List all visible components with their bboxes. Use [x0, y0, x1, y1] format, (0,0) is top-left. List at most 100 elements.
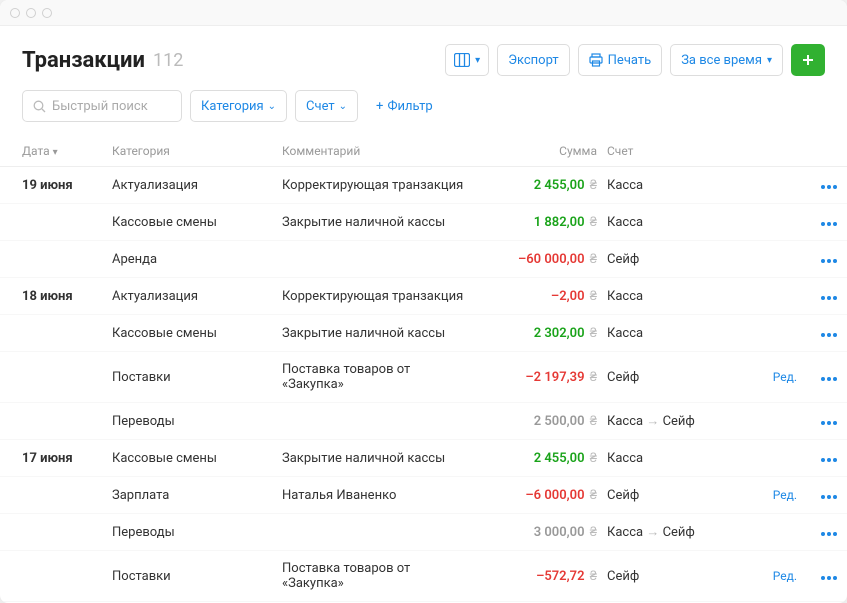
col-sum[interactable]: Сумма	[472, 144, 607, 158]
more-icon[interactable]	[821, 222, 837, 226]
more-icon[interactable]	[821, 458, 837, 462]
cell-comment: Поставка товаров от «Закупка»	[282, 362, 472, 392]
columns-button[interactable]: ▾	[445, 44, 489, 76]
cell-category: Актуализация	[112, 178, 282, 193]
table-row[interactable]: ЗарплатаНаталья Иваненко–6 000,00 ₴СейфР…	[0, 477, 847, 514]
cell-date: 17 июня	[22, 451, 112, 466]
export-button[interactable]: Экспорт	[497, 44, 569, 76]
cell-category: Переводы	[112, 414, 282, 429]
chevron-down-icon: ⌄	[268, 101, 276, 112]
cell-account: Касса → Сейф	[607, 413, 747, 429]
row-actions	[797, 525, 837, 540]
table-row[interactable]: Переводы 3 000,00 ₴Касса → Сейф	[0, 514, 847, 551]
page-count: 112	[153, 50, 183, 71]
add-filter-label: Фильтр	[387, 99, 432, 114]
cell-account: Сейф	[607, 370, 747, 385]
cell-category: Кассовые смены	[112, 215, 282, 230]
cell-account: Касса	[607, 215, 747, 230]
account-filter-button[interactable]: Счет ⌄	[295, 90, 358, 122]
row-actions	[797, 215, 837, 230]
table-row[interactable]: 17 июняКассовые сменыЗакрытие наличной к…	[0, 440, 847, 477]
columns-icon	[454, 53, 470, 67]
header-toolbar: ▾ Экспорт Печать За все время ▾	[445, 44, 825, 76]
table-row[interactable]: Аренда –60 000,00 ₴Сейф	[0, 241, 847, 278]
cell-comment: Поставка товаров от «Закупка»	[282, 561, 472, 591]
search-placeholder: Быстрый поиск	[52, 99, 148, 114]
more-icon[interactable]	[821, 185, 837, 189]
cell-category: Актуализация	[112, 289, 282, 304]
table-header: Дата ▾ Категория Комментарий Сумма Счет	[0, 136, 847, 167]
chevron-down-icon: ▾	[767, 55, 772, 66]
cell-sum: –60 000,00 ₴	[472, 251, 607, 267]
page-title: Транзакции	[22, 48, 145, 73]
more-icon[interactable]	[821, 377, 837, 381]
cell-sum: 2 455,00 ₴	[472, 177, 607, 193]
more-icon[interactable]	[821, 532, 837, 536]
category-filter-button[interactable]: Категория ⌄	[190, 90, 287, 122]
cell-category: Поставки	[112, 569, 282, 584]
chevron-down-icon: ⌄	[339, 101, 347, 112]
cell-category: Поставки	[112, 370, 282, 385]
cell-sum: 2 302,00 ₴	[472, 325, 607, 341]
cell-comment: Закрытие наличной кассы	[282, 451, 472, 466]
col-comment[interactable]: Комментарий	[282, 144, 472, 158]
table-row[interactable]: Кассовые сменыЗакрытие наличной кассы1 8…	[0, 204, 847, 241]
table-row[interactable]: ПоставкиПоставка товаров от «Закупка»–57…	[0, 551, 847, 602]
more-icon[interactable]	[821, 495, 837, 499]
cell-category: Переводы	[112, 525, 282, 540]
window-close-dot[interactable]	[10, 8, 20, 18]
cell-sum: 3 000,00 ₴	[472, 524, 607, 540]
cell-sum: 2 455,00 ₴	[472, 450, 607, 466]
more-icon[interactable]	[821, 421, 837, 425]
plus-icon	[801, 53, 815, 67]
cell-category: Зарплата	[112, 488, 282, 503]
row-actions	[797, 252, 837, 267]
cell-date: 18 июня	[22, 289, 112, 304]
cell-sum: 2 500,00 ₴	[472, 413, 607, 429]
add-filter-link[interactable]: + Фильтр	[376, 99, 433, 114]
edit-link[interactable]: Ред.	[747, 370, 797, 384]
add-button[interactable]	[791, 44, 825, 76]
filter-bar: Быстрый поиск Категория ⌄ Счет ⌄ + Фильт…	[0, 90, 847, 136]
row-actions	[797, 488, 837, 503]
table-row[interactable]: Кассовые сменыЗакрытие наличной кассы2 3…	[0, 315, 847, 352]
more-icon[interactable]	[821, 259, 837, 263]
table-row[interactable]: Переводы 2 500,00 ₴Касса → Сейф	[0, 403, 847, 440]
cell-date: 19 июня	[22, 178, 112, 193]
row-actions	[797, 370, 837, 385]
print-button[interactable]: Печать	[578, 44, 663, 76]
col-category[interactable]: Категория	[112, 144, 282, 158]
window-max-dot[interactable]	[42, 8, 52, 18]
col-account[interactable]: Счет	[607, 144, 747, 158]
edit-link[interactable]: Ред.	[747, 569, 797, 583]
search-input[interactable]: Быстрый поиск	[22, 90, 182, 122]
cell-category: Кассовые смены	[112, 451, 282, 466]
print-icon	[589, 53, 603, 67]
page-header: Транзакции 112 ▾ Экспорт Печать За все в…	[0, 26, 847, 90]
edit-link[interactable]: Ред.	[747, 488, 797, 502]
cell-sum: –2,00 ₴	[472, 288, 607, 304]
cell-comment: Закрытие наличной кассы	[282, 215, 472, 230]
cell-category: Аренда	[112, 252, 282, 267]
print-label: Печать	[608, 53, 652, 68]
cell-comment: Закрытие наличной кассы	[282, 326, 472, 341]
window-min-dot[interactable]	[26, 8, 36, 18]
more-icon[interactable]	[821, 333, 837, 337]
cell-account: Касса → Сейф	[607, 524, 747, 540]
row-actions	[797, 289, 837, 304]
cell-sum: –6 000,00 ₴	[472, 487, 607, 503]
cell-account: Касса	[607, 289, 747, 304]
table-row[interactable]: ПоставкиПоставка товаров от «Закупка»–2 …	[0, 352, 847, 403]
more-icon[interactable]	[821, 576, 837, 580]
cell-account: Сейф	[607, 252, 747, 267]
more-icon[interactable]	[821, 296, 837, 300]
cell-comment: Наталья Иваненко	[282, 488, 472, 503]
cell-sum: –572,72 ₴	[472, 568, 607, 584]
col-date[interactable]: Дата ▾	[22, 144, 112, 158]
category-filter-label: Категория	[201, 99, 264, 114]
cell-comment: Корректирующая транзакция	[282, 289, 472, 304]
period-button[interactable]: За все время ▾	[670, 44, 783, 76]
table-row[interactable]: 19 июняАктуализацияКорректирующая транза…	[0, 167, 847, 204]
table-row[interactable]: 18 июняАктуализацияКорректирующая транза…	[0, 278, 847, 315]
app-window: Транзакции 112 ▾ Экспорт Печать За все в…	[0, 0, 847, 603]
